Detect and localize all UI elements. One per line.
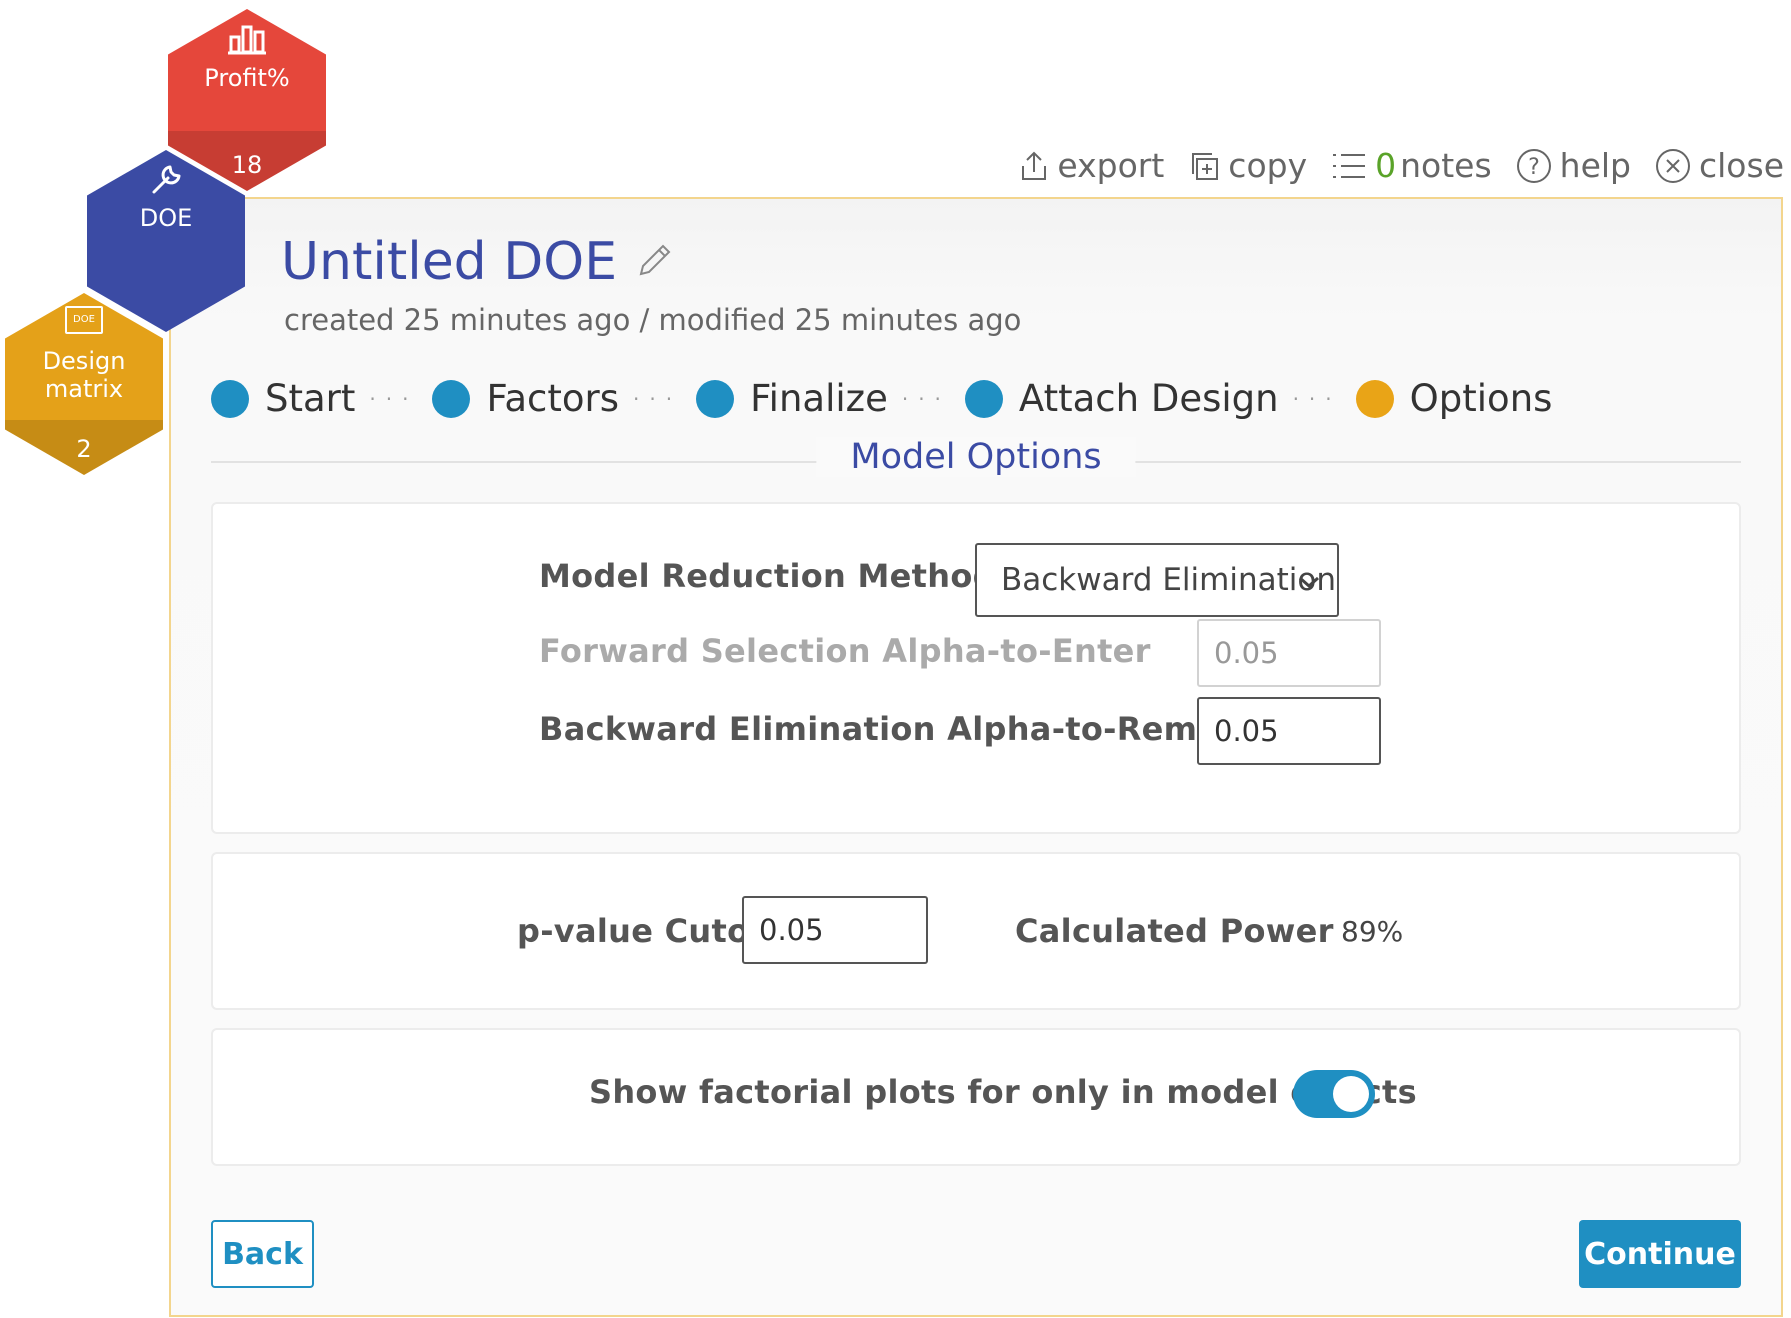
back-button[interactable]: Back	[211, 1220, 314, 1288]
export-icon	[1019, 150, 1049, 182]
pvalue-card: p-value Cutoff 0.05 Calculated Power 89%	[211, 852, 1741, 1010]
section-heading: Model Options	[211, 437, 1741, 487]
svg-text:?: ?	[1528, 155, 1540, 180]
forward-alpha-input[interactable]: 0.05	[1197, 619, 1381, 687]
step-label: Attach Design	[1018, 377, 1279, 420]
copy-label: copy	[1228, 146, 1308, 185]
toggle-knob	[1333, 1076, 1369, 1112]
step-label: Start	[265, 377, 356, 420]
page-title: Untitled DOE	[281, 232, 618, 292]
help-label: help	[1559, 146, 1631, 185]
notes-label: notes	[1400, 146, 1492, 185]
step-dot	[1355, 379, 1394, 418]
backward-alpha-input[interactable]: 0.05	[1197, 697, 1381, 765]
close-icon	[1655, 148, 1691, 184]
reduction-method-select[interactable]: Backward Elimination	[975, 543, 1339, 617]
notes-count: 0	[1375, 146, 1397, 185]
factorial-plots-toggle[interactable]	[1293, 1070, 1375, 1118]
profit-hexagon[interactable]: Profit% 18	[168, 9, 326, 191]
step-separator: ···	[1292, 386, 1342, 411]
export-button[interactable]: export	[1019, 146, 1164, 185]
close-button[interactable]: close	[1655, 146, 1784, 185]
model-options-card: Model Reduction Method Backward Eliminat…	[211, 502, 1741, 834]
step-dot	[211, 379, 249, 418]
bar-chart-icon	[168, 23, 326, 55]
design-label-line2: matrix	[44, 375, 124, 403]
step-start[interactable]: Start	[211, 377, 355, 420]
pvalue-cutoff-input[interactable]: 0.05	[742, 896, 928, 964]
help-icon: ?	[1516, 148, 1552, 184]
step-separator: ···	[901, 386, 951, 411]
edit-pencil-icon[interactable]	[635, 240, 675, 284]
design-matrix-hexagon[interactable]: DOE Design matrix 2	[5, 293, 163, 475]
forward-alpha-label: Forward Selection Alpha-to-Enter	[539, 632, 1151, 670]
continue-button[interactable]: Continue	[1579, 1220, 1741, 1288]
export-label: export	[1057, 146, 1165, 185]
profit-label: Profit%	[204, 64, 290, 92]
wizard-steps: Start ··· Factors ··· Finalize ··· Attac…	[211, 377, 1552, 420]
chevron-down-icon	[1297, 562, 1321, 598]
step-attach-design[interactable]: Attach Design	[964, 377, 1279, 420]
calculated-power-value: 89%	[1341, 915, 1404, 948]
timestamps: created 25 minutes ago / modified 25 min…	[284, 303, 1022, 337]
reduction-method-label: Model Reduction Method	[539, 557, 996, 595]
step-dot	[432, 379, 471, 418]
close-label: close	[1699, 146, 1784, 185]
step-dot	[964, 379, 1003, 418]
reduction-method-value: Backward Elimination	[1001, 562, 1336, 598]
pvalue-cutoff-label: p-value Cutoff	[517, 912, 778, 950]
step-options[interactable]: Options	[1355, 377, 1553, 420]
step-label: Factors	[486, 377, 620, 420]
top-toolbar: export copy 0 notes ? help close	[1019, 146, 1784, 185]
notes-button[interactable]: 0 notes	[1331, 146, 1492, 185]
step-finalize[interactable]: Finalize	[696, 377, 888, 420]
step-label: Options	[1409, 377, 1553, 420]
backward-alpha-label: Backward Elimination Alpha-to-Remove	[539, 710, 1263, 748]
doe-label: DOE	[139, 204, 193, 232]
help-button[interactable]: ? help	[1516, 146, 1631, 185]
design-count: 2	[76, 435, 92, 463]
step-separator: ···	[369, 386, 419, 411]
step-label: Finalize	[750, 377, 888, 420]
step-separator: ···	[633, 386, 683, 411]
section-heading-label: Model Options	[816, 437, 1136, 477]
calculated-power-label: Calculated Power	[1015, 912, 1334, 950]
step-dot	[696, 379, 735, 418]
doe-badge: DOE	[65, 306, 103, 334]
list-icon	[1331, 151, 1367, 181]
step-factors[interactable]: Factors	[432, 377, 619, 420]
copy-icon	[1188, 150, 1220, 182]
doe-panel: Untitled DOE created 25 minutes ago / mo…	[169, 197, 1783, 1317]
design-label-line1: Design	[42, 347, 126, 375]
copy-button[interactable]: copy	[1188, 146, 1307, 185]
factorial-plots-card: Show factorial plots for only in model e…	[211, 1028, 1741, 1166]
